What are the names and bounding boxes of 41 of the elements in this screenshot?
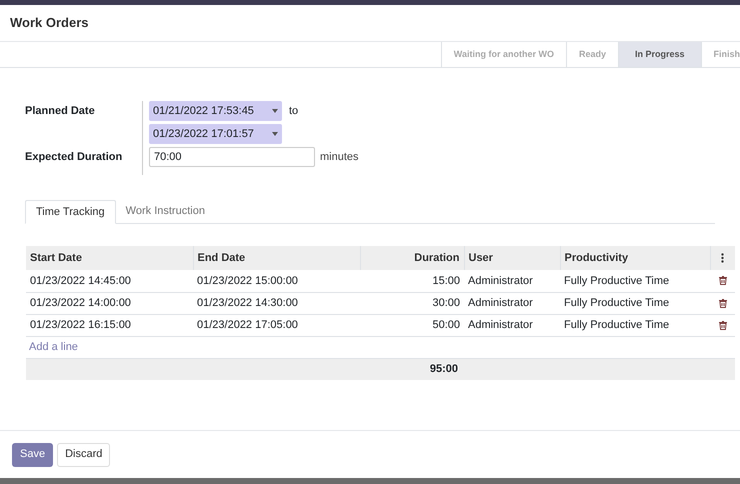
table-cell: 01/23/2022 14:45:00 (26, 270, 193, 292)
field-label: Expected Duration (25, 150, 124, 165)
save-button[interactable]: Save (12, 442, 54, 466)
caret-icon (272, 109, 278, 113)
table-cell: 30:00 (360, 292, 464, 314)
table-cell: Administrator (464, 314, 560, 336)
status-stage[interactable]: In Progress (618, 42, 700, 67)
table-cell: 01/23/2022 15:00:00 (193, 270, 360, 292)
date-field[interactable]: 01/21/2022 17:53:45 (149, 101, 282, 121)
total-duration: 95:00 (428, 362, 459, 377)
table-cell: Fully Productive Time (560, 292, 710, 314)
kebab-menu-icon[interactable] (721, 253, 724, 263)
column-header[interactable]: End Date (193, 246, 360, 270)
add-line-link[interactable]: Add a line (29, 338, 78, 356)
column-header[interactable]: Duration (360, 246, 464, 270)
trash-icon[interactable] (718, 276, 726, 286)
column-header[interactable]: Start Date (26, 246, 193, 270)
table-cell: Fully Productive Time (560, 314, 710, 336)
table-cell: 01/23/2022 14:00:00 (26, 292, 193, 314)
column-header[interactable]: Productivity (560, 246, 710, 270)
table-cell: 50:00 (360, 314, 464, 336)
trash-icon[interactable] (718, 298, 726, 308)
table-cell: Fully Productive Time (560, 270, 710, 292)
field-label: Planned Date (25, 104, 96, 119)
table-cell: 01/23/2022 17:05:00 (193, 314, 360, 336)
unit-label: minutes (320, 150, 359, 165)
caret-icon (272, 132, 278, 136)
column-header[interactable]: User (464, 246, 560, 270)
discard-button[interactable]: Discard (57, 442, 110, 466)
table-cell: 15:00 (360, 270, 464, 292)
table-cell: 01/23/2022 16:15:00 (26, 314, 193, 336)
tab[interactable]: Work Instruction (116, 200, 215, 223)
table-cell: Administrator (464, 292, 560, 314)
table-cell: 01/23/2022 14:30:00 (193, 292, 360, 314)
date-field[interactable]: 01/23/2022 17:01:57 (149, 124, 282, 144)
trash-icon[interactable] (718, 320, 726, 330)
duration-field[interactable]: 70:00 (149, 147, 315, 167)
dialog-title: Work Orders (10, 14, 89, 32)
table-cell: Administrator (464, 270, 560, 292)
tab[interactable]: Time Tracking (25, 200, 116, 224)
range-separator: to (289, 104, 298, 119)
